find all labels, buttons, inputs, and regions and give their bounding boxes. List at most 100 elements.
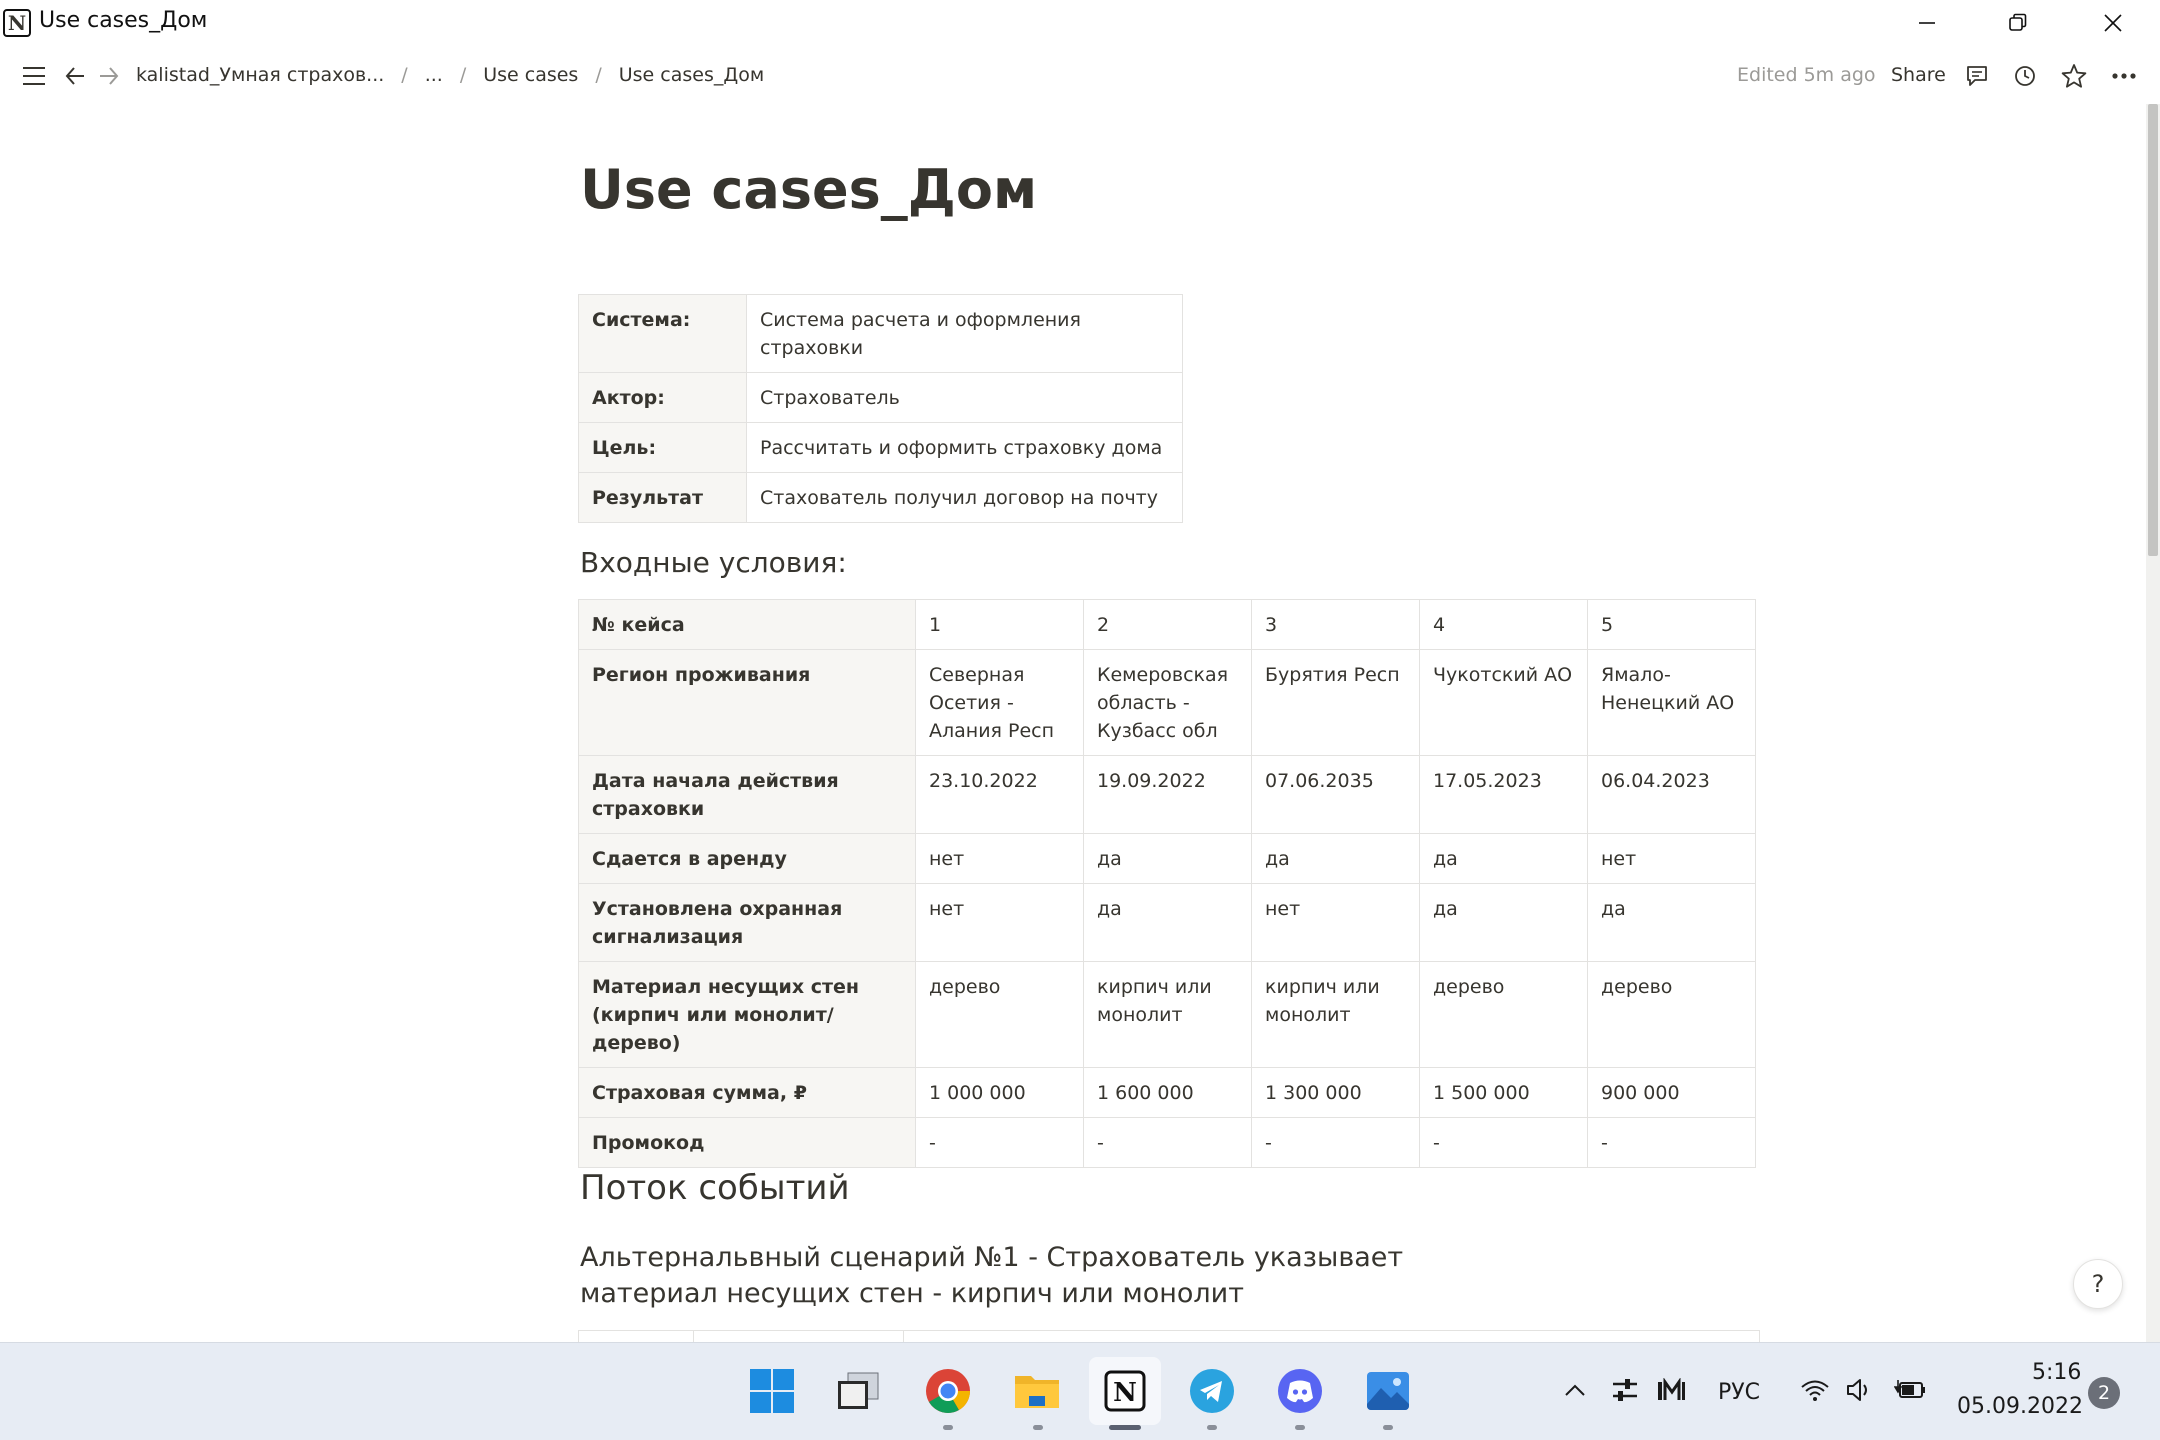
alt-scenario-heading[interactable]: Альтернальвный сценарий №1 - Страховател… (580, 1240, 1500, 1312)
table-cell[interactable]: Бурятия Респ (1251, 649, 1420, 756)
table-cell[interactable]: Страховая сумма, ₽ (578, 1067, 916, 1118)
table-cell[interactable]: - (1587, 1117, 1756, 1168)
table-cell[interactable]: Промокод (578, 1117, 916, 1168)
inputs-heading[interactable]: Входные условия: (580, 546, 847, 579)
page-title[interactable]: Use cases_Дом (580, 158, 1037, 221)
table-cell[interactable]: № кейса (578, 599, 916, 650)
app-tray-icon[interactable] (1654, 1372, 1688, 1408)
table-cell[interactable]: да (1587, 883, 1756, 962)
table-row: Материал несущих стен (кирпич или моноли… (578, 961, 1756, 1068)
more-icon[interactable] (2108, 58, 2140, 94)
breadcrumb-ellipsis[interactable]: ... (423, 64, 445, 86)
table-cell[interactable]: 06.04.2023 (1587, 755, 1756, 834)
table-cell[interactable]: 1 500 000 (1419, 1067, 1588, 1118)
minimize-button[interactable] (1882, 0, 1972, 46)
share-button[interactable]: Share (1891, 64, 1946, 86)
windows-start-icon[interactable] (736, 1357, 808, 1425)
table-cell[interactable]: - (1251, 1117, 1420, 1168)
table-cell[interactable]: да (1083, 833, 1252, 884)
table-cell[interactable]: 1 000 000 (915, 1067, 1084, 1118)
breadcrumb-workspace[interactable]: kalistad_Умная страхов... (134, 64, 386, 86)
forward-icon[interactable] (95, 58, 123, 94)
table-cell[interactable]: 5 (1587, 599, 1756, 650)
table-cell[interactable]: Актор: (578, 372, 747, 423)
table-cell[interactable]: Дата начала действия страховки (578, 755, 916, 834)
close-button[interactable] (2068, 0, 2158, 46)
breadcrumb: kalistad_Умная страхов... / ... / Use ca… (134, 64, 766, 86)
table-cell[interactable]: Ямало-Ненецкий АО (1587, 649, 1756, 756)
table-cell[interactable]: Чукотский АО (1419, 649, 1588, 756)
table-cell[interactable]: Установлена охранная сигнализация (578, 883, 916, 962)
table-cell[interactable]: да (1083, 883, 1252, 962)
restore-button[interactable] (1973, 0, 2063, 46)
help-button[interactable]: ? (2073, 1259, 2123, 1309)
task-view-icon[interactable] (822, 1357, 894, 1425)
table-cell[interactable]: Стахователь получил договор на почту (746, 472, 1183, 523)
wifi-icon[interactable] (1798, 1372, 1832, 1408)
settings-sliders-icon[interactable] (1608, 1372, 1642, 1408)
language-indicator[interactable]: РУС (1718, 1380, 1760, 1405)
breadcrumb-use-cases[interactable]: Use cases (481, 64, 580, 86)
table-cell[interactable]: нет (915, 883, 1084, 962)
table-cell[interactable]: 17.05.2023 (1419, 755, 1588, 834)
breadcrumb-current-page[interactable]: Use cases_Дом (617, 64, 766, 86)
table-cell[interactable]: да (1251, 833, 1420, 884)
table-cell[interactable]: дерево (915, 961, 1084, 1068)
running-indicator (1033, 1425, 1043, 1430)
table-cell[interactable]: дерево (1587, 961, 1756, 1068)
photos-icon[interactable] (1352, 1357, 1424, 1425)
flow-heading[interactable]: Поток событий (580, 1168, 850, 1208)
table-cell[interactable]: 19.09.2022 (1083, 755, 1252, 834)
table-cell[interactable]: - (1083, 1117, 1252, 1168)
table-cell[interactable]: Рассчитать и оформить страховку дома (746, 422, 1183, 473)
table-cell[interactable]: Система расчета и оформления страховки (746, 294, 1183, 373)
scrollbar-thumb[interactable] (2148, 104, 2158, 556)
table-cell[interactable]: 2 (1083, 599, 1252, 650)
discord-icon[interactable] (1264, 1357, 1336, 1425)
taskbar (0, 1342, 2160, 1440)
table-cell[interactable]: нет (1587, 833, 1756, 884)
table-cell[interactable]: 3 (1251, 599, 1420, 650)
table-cell[interactable]: дерево (1419, 961, 1588, 1068)
table-cell[interactable]: Сдается в аренду (578, 833, 916, 884)
file-explorer-icon[interactable] (1001, 1357, 1073, 1425)
table-cell[interactable]: кирпич или монолит (1083, 961, 1252, 1068)
table-cell[interactable]: Материал несущих стен (кирпич или моноли… (578, 961, 916, 1068)
table-cell[interactable]: 23.10.2022 (915, 755, 1084, 834)
back-icon[interactable] (61, 58, 89, 94)
notion-taskbar-icon[interactable]: N (1089, 1357, 1161, 1425)
history-icon[interactable] (2009, 58, 2041, 94)
table-cell[interactable]: 07.06.2035 (1251, 755, 1420, 834)
table-cell[interactable]: Результат (578, 472, 747, 523)
notification-badge[interactable]: 2 (2088, 1377, 2120, 1409)
table-cell[interactable]: Регион проживания (578, 649, 916, 756)
battery-charging-icon[interactable] (1892, 1372, 1930, 1408)
table-cell[interactable]: да (1419, 833, 1588, 884)
star-icon[interactable] (2058, 58, 2090, 94)
chevron-up-icon[interactable] (1560, 1372, 1590, 1408)
table-cell[interactable]: нет (1251, 883, 1420, 962)
table-cell[interactable]: 1 (915, 599, 1084, 650)
telegram-icon[interactable] (1176, 1357, 1248, 1425)
table-cell[interactable]: кирпич или монолит (1251, 961, 1420, 1068)
table-cell[interactable]: Система: (578, 294, 747, 373)
table-cell[interactable]: Кемеровская область - Кузбасс обл (1083, 649, 1252, 756)
table-cell[interactable]: 4 (1419, 599, 1588, 650)
clock-time[interactable]: 5:16 (2032, 1360, 2081, 1385)
volume-icon[interactable] (1843, 1372, 1877, 1408)
table-cell[interactable]: 1 300 000 (1251, 1067, 1420, 1118)
table-cell[interactable]: - (915, 1117, 1084, 1168)
table-cell[interactable]: 1 600 000 (1083, 1067, 1252, 1118)
clock-date[interactable]: 05.09.2022 (1957, 1394, 2083, 1419)
comment-icon[interactable] (1961, 58, 1993, 94)
menu-icon[interactable] (18, 58, 50, 94)
table-cell[interactable]: 900 000 (1587, 1067, 1756, 1118)
table-cell[interactable]: Страхователь (746, 372, 1183, 423)
edited-status[interactable]: Edited 5m ago (1737, 64, 1876, 86)
chrome-icon[interactable] (912, 1357, 984, 1425)
table-cell[interactable]: нет (915, 833, 1084, 884)
table-cell[interactable]: Цель: (578, 422, 747, 473)
table-cell[interactable]: Северная Осетия - Алания Респ (915, 649, 1084, 756)
table-cell[interactable]: - (1419, 1117, 1588, 1168)
table-cell[interactable]: да (1419, 883, 1588, 962)
